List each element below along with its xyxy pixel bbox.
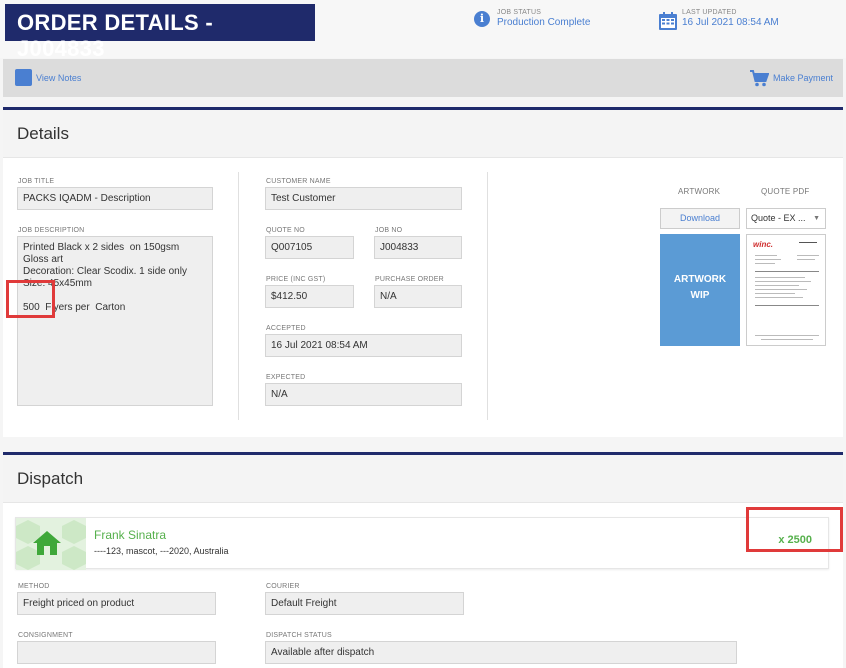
chevron-down-icon: ▼: [813, 215, 820, 222]
last-updated-value: 16 Jul 2021 08:54 AM: [682, 17, 779, 28]
quote-no-field[interactable]: Q007105: [265, 236, 354, 259]
highlight-box: [746, 507, 843, 552]
cart-icon: [749, 70, 769, 87]
quote-pdf-heading: QUOTE PDF: [761, 187, 810, 196]
job-description-field[interactable]: Printed Black x 2 sides on 150gsm Gloss …: [17, 236, 213, 406]
artwork-preview[interactable]: ARTWORK WIP: [660, 234, 740, 346]
column-divider: [238, 172, 239, 420]
dispatch-address-card[interactable]: Frank Sinatra ----123, mascot, ---2020, …: [15, 517, 829, 570]
quote-select[interactable]: Quote - EX ... ▼: [746, 208, 826, 229]
customer-name-label: CUSTOMER NAME: [266, 178, 331, 185]
job-description-label: JOB DESCRIPTION: [18, 227, 85, 234]
job-status: JOB STATUS Production Complete: [497, 9, 590, 28]
details-heading: Details: [3, 110, 843, 158]
note-icon: [15, 69, 32, 86]
consignment-label: CONSIGNMENT: [18, 632, 73, 639]
consignment-field[interactable]: [17, 641, 216, 664]
accepted-label: ACCEPTED: [266, 325, 306, 332]
recipient-name: Frank Sinatra: [94, 528, 167, 542]
dispatch-panel: Dispatch Frank Sinatra ----123, mascot, …: [3, 452, 843, 668]
method-field[interactable]: Freight priced on product: [17, 592, 216, 615]
view-notes-button[interactable]: View Notes: [15, 69, 81, 86]
courier-field[interactable]: Default Freight: [265, 592, 464, 615]
last-updated-label: LAST UPDATED: [682, 9, 737, 16]
price-label: PRICE (INC GST): [266, 276, 326, 283]
job-status-value: Production Complete: [497, 17, 591, 28]
method-label: METHOD: [18, 583, 50, 590]
make-payment-button[interactable]: Make Payment: [749, 69, 833, 87]
courier-label: COURIER: [266, 583, 300, 590]
make-payment-label: Make Payment: [772, 73, 833, 83]
home-icon: [33, 531, 61, 555]
job-no-label: JOB NO: [375, 227, 403, 234]
pdf-logo: winc.: [753, 240, 774, 249]
purchase-order-field[interactable]: N/A: [374, 285, 462, 308]
job-status-label: JOB STATUS: [497, 9, 542, 16]
top-bar: ORDER DETAILS - J004833 i JOB STATUS Pro…: [0, 0, 846, 61]
dispatch-status-field[interactable]: Available after dispatch: [265, 641, 737, 664]
highlight-box: [6, 280, 55, 318]
view-notes-label: View Notes: [36, 72, 82, 83]
accepted-field[interactable]: 16 Jul 2021 08:54 AM: [265, 334, 462, 357]
calendar-icon: [659, 12, 677, 30]
job-no-field[interactable]: J004833: [374, 236, 462, 259]
address-line: ----123, mascot, ---2020, Australia: [94, 546, 229, 556]
info-icon: i: [474, 11, 490, 27]
page-title: ORDER DETAILS - J004833: [5, 4, 315, 61]
dispatch-heading: Dispatch: [3, 455, 843, 503]
artwork-heading: ARTWORK: [678, 187, 721, 196]
purchase-order-label: PURCHASE ORDER: [375, 276, 444, 283]
address-tile: [16, 518, 86, 570]
column-divider: [487, 172, 488, 420]
action-bar: View Notes Make Payment: [3, 59, 843, 97]
price-field[interactable]: $412.50: [265, 285, 354, 308]
download-button[interactable]: Download: [660, 208, 740, 229]
expected-field[interactable]: N/A: [265, 383, 462, 406]
quote-select-value: Quote - EX ...: [751, 213, 806, 223]
quote-pdf-thumbnail[interactable]: winc.: [746, 234, 826, 346]
job-title-label: JOB TITLE: [18, 178, 55, 185]
last-updated: LAST UPDATED 16 Jul 2021 08:54 AM: [682, 9, 779, 28]
job-title-field[interactable]: PACKS IQADM - Description: [17, 187, 213, 210]
expected-label: EXPECTED: [266, 374, 306, 381]
customer-name-field[interactable]: Test Customer: [265, 187, 462, 210]
quote-no-label: QUOTE NO: [266, 227, 305, 234]
dispatch-status-label: DISPATCH STATUS: [266, 632, 332, 639]
details-panel: Details JOB TITLE PACKS IQADM - Descript…: [3, 107, 843, 437]
artwork-status: ARTWORK WIP: [673, 274, 727, 301]
